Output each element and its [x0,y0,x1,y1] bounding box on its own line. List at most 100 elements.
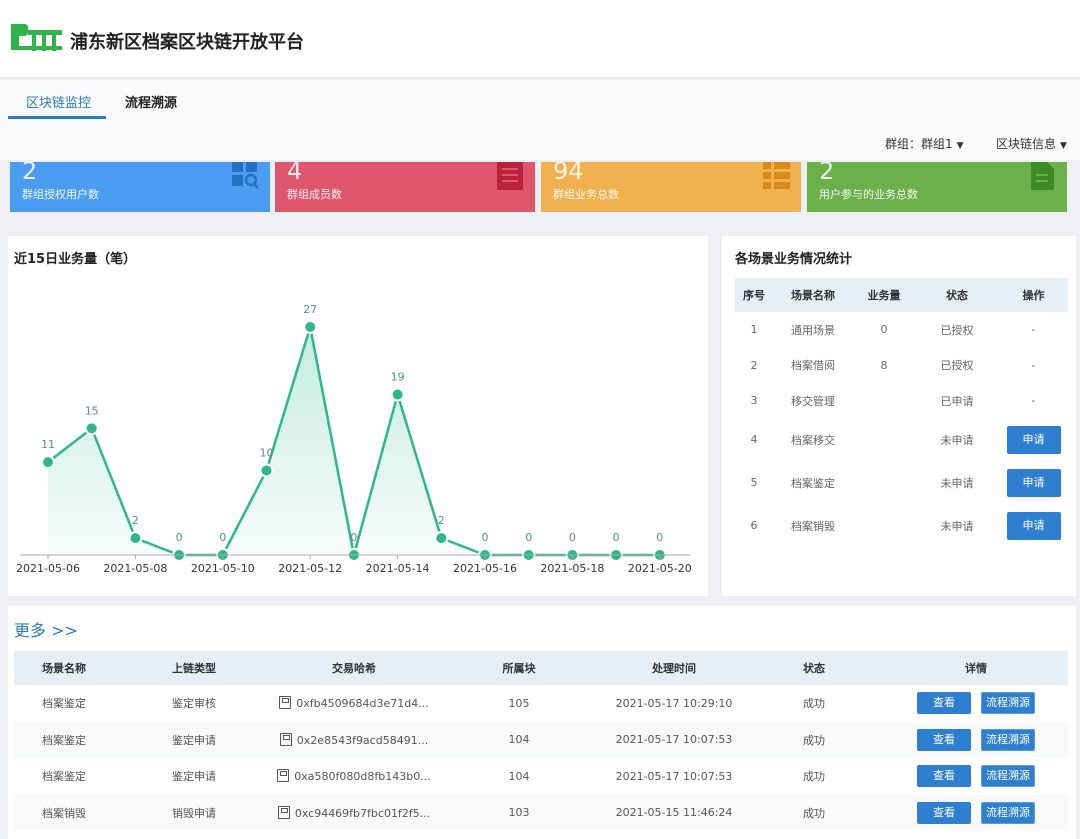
scene-name: 档案销毁 [791,519,835,533]
transactions-table: 场景名称 上链类型 交易哈希 所属块 处理时间 状态 详情 档案鉴定 鉴定审核 … [14,651,1068,831]
series-line [47,326,660,557]
data-label: 10 [260,447,274,460]
apply-button[interactable]: 申请 [1006,511,1061,540]
chain-type: 鉴定申请 [172,770,216,784]
chart-title: 近15日业务量（笔） [14,252,137,267]
data-label: 0 [482,531,489,544]
trace-button[interactable]: 流程溯源 [981,801,1035,824]
status-text: 未申请 [940,476,974,490]
data-point [303,320,318,334]
chain-type: 销毁申请 [114,794,274,831]
view-button[interactable]: 查看 [917,801,971,824]
app-header: 浦东新区档案区块链开放平台 [0,0,1080,78]
col-header: 状态 [744,651,884,685]
table-row: 2 档案借阅 8 已授权 - [735,347,1068,383]
col-header: 处理时间 [604,651,744,685]
business-count [853,418,915,461]
status-text: 成功 [803,697,825,711]
x-tick-label: 2021-05-10 [191,562,255,575]
business-count: 8 [880,358,888,372]
stat-label: 群组成员数 [287,188,342,201]
table-row: 6 档案销毁 未申请 申请 [735,504,1068,547]
scene-name: 档案销毁 [14,794,114,831]
tx-hash: 0xc94469fb7fbc01f2f5... [274,794,434,831]
status-text: 未申请 [940,519,974,533]
view-button[interactable]: 查看 [917,765,971,788]
tx-hash-text: 0xa580f080d8fb143b0... [294,770,431,784]
stat-value: 2 [22,162,38,185]
process-time: 2021-05-15 11:46:24 [604,794,744,831]
tx-hash: 0xfb4509684d3e71d4... [274,685,434,722]
data-point [128,531,143,546]
col-header: 交易哈希 [274,651,434,685]
trace-button[interactable]: 流程溯源 [981,728,1035,751]
col-header: 业务量 [853,278,915,312]
chain-info-label: 区块链信息 [996,137,1057,151]
tx-hash-text: 0x2e8543f9acd58491... [296,733,429,747]
tab-blockchain-monitor[interactable]: 区块链监控 [26,92,91,111]
tab-process-trace[interactable]: 流程溯源 [125,92,177,111]
block-number: 104 [434,721,604,758]
apply-button[interactable]: 申请 [1006,468,1061,497]
status-text: 已申请 [940,394,974,408]
status-text: 成功 [803,770,825,784]
col-header: 状态 [915,278,999,312]
data-point [259,463,274,478]
scene-name: 档案鉴定 [14,721,114,758]
x-tick-label: 2021-05-20 [628,562,692,575]
row-index: 4 [750,433,758,446]
save-icon [279,732,292,746]
data-label: 0 [525,531,532,544]
data-point [434,531,449,546]
block-number: 104 [508,769,530,783]
file-icon [1031,162,1054,190]
data-label: 0 [219,531,226,544]
view-button[interactable]: 查看 [917,692,971,715]
block-number: 105 [508,696,530,710]
chain-info-dropdown[interactable]: 区块链信息 ▼ [996,135,1067,152]
caret-down-icon: ▼ [1060,141,1067,151]
status-text: 成功 [744,721,884,758]
trace-button[interactable]: 流程溯源 [981,692,1035,715]
stat-label: 群组授权用户数 [22,188,99,201]
block-number: 103 [434,794,604,831]
col-header: 详情 [884,651,1068,685]
table-row: 3 移交管理 已申请 - [735,383,1068,418]
group-select[interactable]: 群组：群组1 ▼ [885,135,964,152]
status-text: 已授权 [940,359,974,372]
data-label: 0 [569,531,576,544]
row-index: 5 [750,476,758,489]
more-link[interactable]: 更多 >> [14,617,78,641]
data-label: 0 [176,531,183,544]
status-text: 未申请 [940,433,974,447]
row-index: 2 [750,358,758,372]
trace-button[interactable]: 流程溯源 [981,765,1035,788]
scene-name: 档案鉴定 [42,770,86,784]
scene-name: 移交管理 [791,394,835,408]
scene-name: 档案鉴定 [791,476,835,490]
scene-name: 档案鉴定 [42,697,86,711]
tx-hash-text: 0xc94469fb7fbc01f2f5... [294,806,431,820]
x-tick-label: 2021-05-06 [16,562,80,575]
row-index: 1 [750,323,758,336]
stat-card-user-business: 2 用户参与的业务总数 [807,162,1067,212]
process-time: 2021-05-17 10:07:53 [615,769,733,783]
scene-stats-table: 序号 场景名称 业务量 状态 操作 1 通用场景 0 已授权 - 2 档案借阅 … [735,278,1068,547]
col-header: 所属块 [434,651,604,685]
scene-stats-title: 各场景业务情况统计 [735,252,853,267]
apply-button[interactable]: 申请 [1006,425,1061,454]
business-count [853,383,915,418]
scene-name: 通用场景 [791,323,835,337]
data-label: 2 [438,514,445,527]
chain-type: 鉴定申请 [114,721,274,758]
col-header: 操作 [999,278,1068,312]
x-tick-label: 2021-05-18 [540,562,604,575]
table-row: 档案鉴定 鉴定申请 0x2e8543f9acd58491... 104 2021… [14,721,1068,758]
data-label: 0 [656,531,663,544]
save-icon [277,805,290,819]
tx-hash: 0x2e8543f9acd58491... [274,721,434,758]
view-button[interactable]: 查看 [917,728,971,751]
data-label: 19 [391,371,405,384]
tx-hash: 0xa580f080d8fb143b0... [274,758,434,795]
table-row: 4 档案移交 未申请 申请 [735,418,1068,461]
